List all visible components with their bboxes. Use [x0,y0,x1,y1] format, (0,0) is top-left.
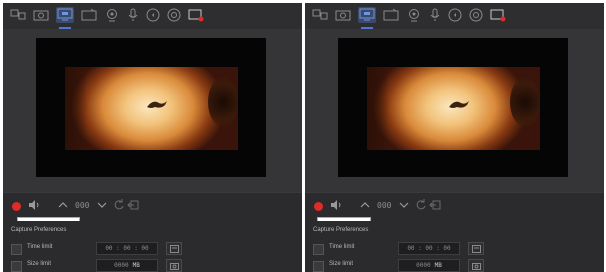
time-limit-field[interactable]: 00 : 00 : 00 [96,242,158,255]
time-display: 000 [75,201,90,210]
size-limit-field[interactable]: 0000 MB [398,259,460,272]
webcam-icon[interactable] [103,7,121,23]
time-limit-button[interactable] [166,242,182,255]
time-limit-value: 00 : 00 : 00 [407,245,451,252]
size-unit: MB [434,262,442,269]
game-icon[interactable] [165,7,183,23]
time-display: 000 [377,201,392,210]
audio-icon[interactable] [446,7,464,23]
audio-icon[interactable] [144,7,162,23]
bird-silhouette [147,101,167,108]
size-limit-value: 0000 [416,262,431,269]
time-limit-checkbox[interactable] [313,244,324,255]
chevron-up-icon[interactable] [57,199,69,213]
recorder-panel-recording: 000 Stop (Alt+R) Capture Preferences Tim… [305,3,604,272]
size-limit-row: Size limit 0000 MB [11,259,301,272]
video-preview [65,67,238,150]
record-button[interactable] [12,202,21,211]
time-limit-value: 00 : 00 : 00 [105,245,149,252]
stop-button[interactable] [314,202,323,211]
screen-capture-icon[interactable] [311,7,329,23]
time-limit-button[interactable] [468,242,484,255]
microphone-icon[interactable] [426,7,444,23]
time-limit-checkbox[interactable] [11,244,22,255]
time-limit-field[interactable]: 00 : 00 : 00 [398,242,460,255]
size-limit-row: Size limit 0000 MB [313,259,603,272]
size-limit-button[interactable] [166,259,182,272]
volume-icon[interactable] [330,199,342,213]
webcam-icon[interactable] [405,7,423,23]
capture-mode-toolbar [3,3,302,29]
size-limit-button[interactable] [468,259,484,272]
size-limit-field[interactable]: 0000 MB [96,259,158,272]
exit-icon[interactable] [127,199,139,213]
device-capture-icon[interactable] [80,7,98,23]
recorder-panel-idle: 000 Record (Alt+R) Capture Preferences T… [3,3,302,272]
scheduled-recording-icon[interactable] [489,7,507,23]
time-limit-label: Time limit [329,244,355,250]
chevron-up-icon[interactable] [359,199,371,213]
capture-mode-toolbar [305,3,604,29]
refresh-icon[interactable] [113,199,125,213]
game-icon[interactable] [467,7,485,23]
time-limit-label: Time limit [27,244,53,250]
microphone-icon[interactable] [124,7,142,23]
size-limit-checkbox[interactable] [11,261,22,272]
capture-preferences: Capture Preferences Time limit 00 : 00 :… [3,221,302,272]
prefs-title: Capture Preferences [11,227,67,233]
capture-preferences: Capture Preferences Time limit 00 : 00 :… [305,221,604,272]
scheduled-recording-icon[interactable] [187,7,205,23]
time-limit-row: Time limit 00 : 00 : 00 [313,242,603,256]
camera-capture-icon[interactable] [32,7,50,23]
prefs-title: Capture Preferences [313,227,369,233]
chevron-down-icon[interactable] [398,199,410,213]
bird-silhouette [449,101,469,108]
camera-capture-icon[interactable] [334,7,352,23]
monitor-capture-icon[interactable] [358,7,376,29]
time-limit-row: Time limit 00 : 00 : 00 [11,242,301,256]
size-unit: MB [132,262,140,269]
refresh-icon[interactable] [415,199,427,213]
chevron-down-icon[interactable] [96,199,108,213]
device-capture-icon[interactable] [382,7,400,23]
size-limit-label: Size limit [27,261,52,267]
video-preview [367,67,540,150]
size-limit-value: 0000 [114,262,129,269]
volume-icon[interactable] [28,199,40,213]
exit-icon[interactable] [429,199,441,213]
size-limit-checkbox[interactable] [313,261,324,272]
size-limit-label: Size limit [329,261,354,267]
monitor-capture-icon[interactable] [56,7,74,29]
screen-capture-icon[interactable] [9,7,27,23]
